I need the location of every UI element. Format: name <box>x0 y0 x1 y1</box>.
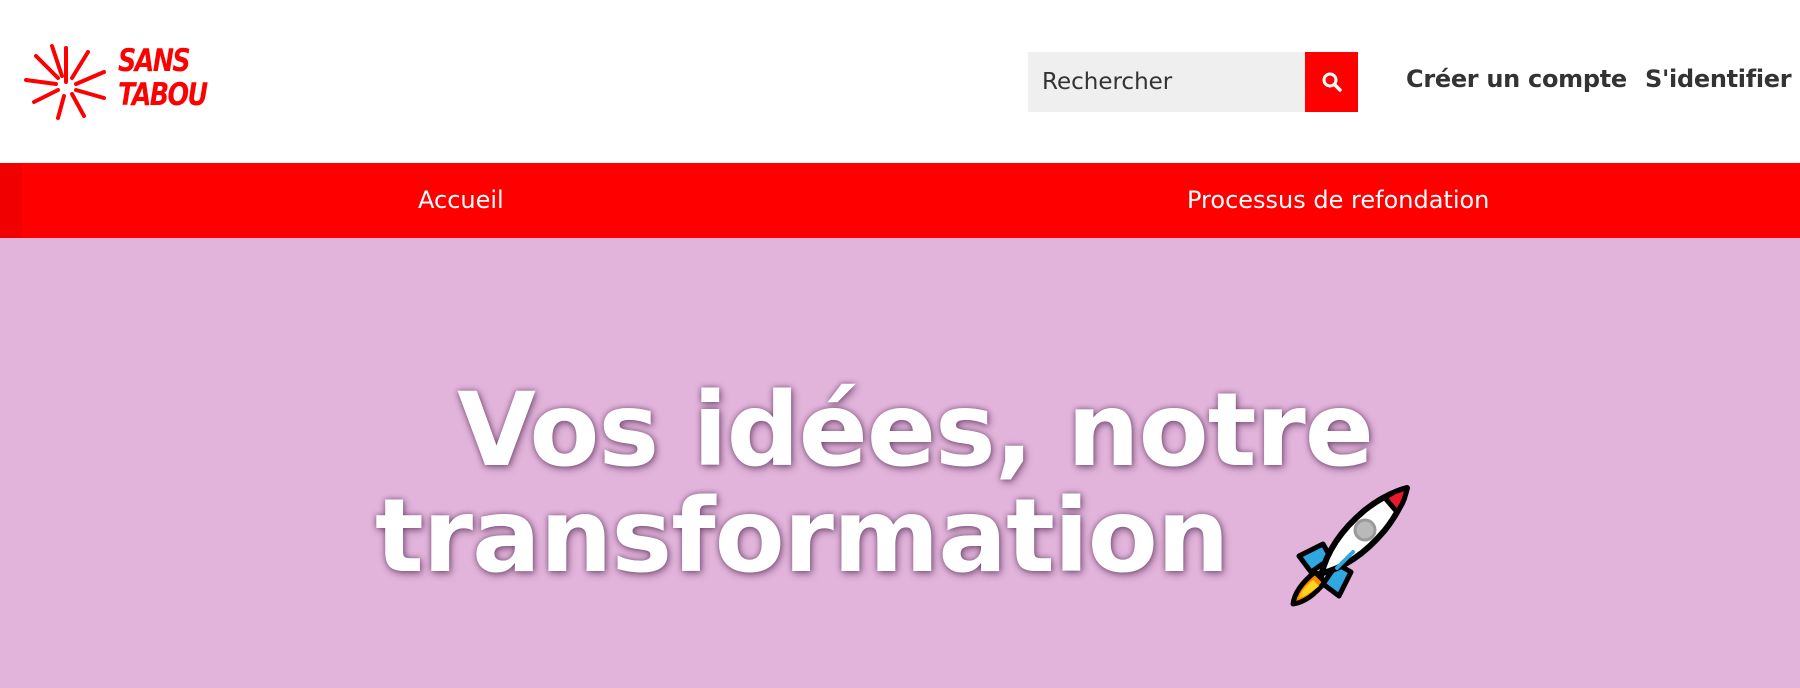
search-icon <box>1322 72 1342 92</box>
burst-icon <box>24 44 106 120</box>
main-nav: Accueil Processus de refondation <box>0 163 1800 238</box>
search-button[interactable] <box>1305 52 1358 112</box>
logo-text: SANS TABOU <box>118 43 208 113</box>
nav-edge <box>0 163 22 238</box>
nav-item-processus-de-refondation[interactable]: Processus de refondation <box>1187 163 1489 238</box>
site-header: SANS TABOU Créer un compte S'identifier <box>0 0 1800 163</box>
search-bar <box>1028 52 1358 112</box>
create-account-link[interactable]: Créer un compte <box>1406 65 1627 93</box>
logo-line-1: SANS <box>118 43 191 79</box>
search-input[interactable] <box>1028 52 1305 112</box>
rocket-icon <box>1290 485 1410 607</box>
sign-in-link[interactable]: S'identifier <box>1645 65 1792 93</box>
nav-item-accueil[interactable]: Accueil <box>418 163 504 238</box>
site-logo[interactable]: SANS TABOU <box>22 42 222 120</box>
logo-line-2: TABOU <box>118 77 208 113</box>
hero-title-line-1: Vos idées, notre <box>457 371 1374 490</box>
hero-banner: Vos idées, notre transformation <box>0 238 1800 688</box>
